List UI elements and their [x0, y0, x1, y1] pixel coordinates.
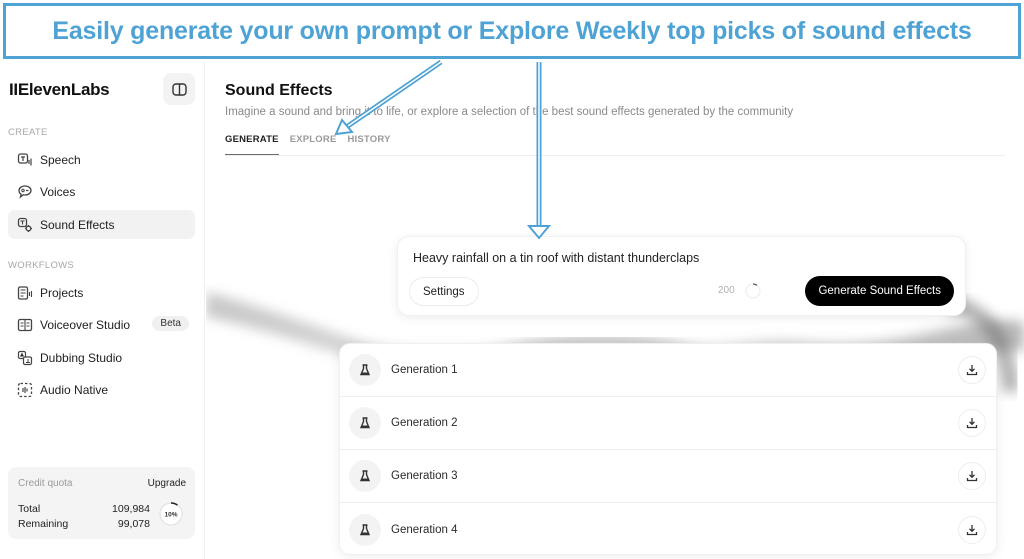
generation-row[interactable]: Generation 2 [340, 397, 996, 450]
tabs-divider [225, 155, 1005, 156]
sidebar: IIElevenLabs CREATE Speech Voices Sound … [0, 62, 205, 559]
sidebar-item-label: Dubbing Studio [40, 350, 123, 365]
sidebar-item-label: Speech [40, 152, 81, 167]
generate-sound-effects-button[interactable]: Generate Sound Effects [805, 276, 954, 306]
sound-effects-icon [16, 216, 33, 233]
dubbing-studio-icon [16, 349, 33, 366]
annotation-text: Easily generate your own prompt or Explo… [52, 16, 972, 45]
credit-remaining-value: 99,078 [117, 518, 150, 530]
sidebar-item-audio-native[interactable]: Audio Native [8, 375, 195, 404]
sidebar-item-voiceover-studio[interactable]: Voiceover Studio Beta [8, 310, 195, 339]
credit-usage-ring: 10% [159, 502, 183, 526]
page-title: Sound Effects [225, 82, 333, 99]
credit-total-label: Total [18, 503, 41, 515]
generation-row[interactable]: Generation 4 [340, 503, 996, 554]
sidebar-item-speech[interactable]: Speech [8, 145, 195, 174]
generations-list: Generation 1 Generation 2 Generation 3 G… [339, 343, 997, 555]
download-icon [966, 418, 978, 429]
credit-remaining-label: Remaining [18, 518, 69, 530]
flask-icon [349, 354, 381, 386]
speech-icon [16, 151, 33, 168]
voiceover-studio-icon [16, 316, 33, 333]
sidebar-item-projects[interactable]: Projects [8, 278, 195, 307]
download-button[interactable] [958, 462, 986, 490]
download-icon [966, 524, 978, 535]
section-label-create: CREATE [8, 127, 48, 138]
download-icon [966, 365, 978, 376]
credit-quota-title: Credit quota [18, 478, 73, 489]
credit-total-row: Total 109,984 [18, 503, 150, 515]
section-label-workflows: WORKFLOWS [8, 260, 75, 271]
annotation-banner: Easily generate your own prompt or Explo… [3, 3, 1021, 59]
collapse-sidebar-button[interactable] [163, 73, 195, 105]
download-button[interactable] [958, 356, 986, 384]
character-limit-ring [745, 283, 761, 299]
sidebar-item-label: Voices [40, 184, 76, 199]
download-button[interactable] [958, 515, 986, 544]
tab-history[interactable]: HISTORY [348, 134, 391, 156]
sidebar-item-label: Voiceover Studio [40, 317, 131, 332]
character-count: 200 [718, 285, 735, 296]
tab-bar: GENERATE EXPLORE HISTORY [225, 134, 391, 156]
prompt-input[interactable]: Heavy rainfall on a tin roof with distan… [413, 251, 699, 265]
flask-icon [349, 460, 381, 492]
credit-total-value: 109,984 [112, 503, 150, 515]
sidebar-item-voices[interactable]: Voices [8, 177, 195, 206]
tab-explore[interactable]: EXPLORE [290, 134, 337, 156]
sidebar-item-sound-effects[interactable]: Sound Effects [8, 210, 195, 239]
projects-icon [16, 284, 33, 301]
sidebar-item-dubbing-studio[interactable]: Dubbing Studio [8, 343, 195, 372]
logo[interactable]: IIElevenLabs [9, 80, 110, 100]
flask-icon [349, 513, 381, 546]
generation-label: Generation 3 [391, 470, 458, 482]
beta-badge: Beta [152, 316, 189, 331]
page-subtitle: Imagine a sound and bring it to life, or… [225, 106, 794, 118]
tab-generate[interactable]: GENERATE [225, 134, 279, 156]
generation-label: Generation 2 [391, 417, 458, 429]
generation-label: Generation 4 [391, 523, 458, 536]
sidebar-toggle-icon [171, 82, 187, 96]
credit-percent-label: 10% [164, 512, 177, 519]
generation-label: Generation 1 [391, 364, 458, 376]
generation-row[interactable]: Generation 1 [340, 344, 996, 397]
prompt-card: Heavy rainfall on a tin roof with distan… [397, 236, 966, 316]
download-button[interactable] [958, 409, 986, 437]
generation-row[interactable]: Generation 3 [340, 450, 996, 503]
settings-button[interactable]: Settings [409, 277, 479, 306]
audio-native-icon [16, 381, 33, 398]
download-icon [966, 471, 978, 482]
sidebar-item-label: Audio Native [40, 382, 109, 397]
credit-remaining-row: Remaining 99,078 [18, 518, 150, 530]
flask-icon [349, 407, 381, 439]
upgrade-link[interactable]: Upgrade [148, 478, 186, 489]
sidebar-item-label: Sound Effects [40, 217, 115, 232]
main-content: Sound Effects Imagine a sound and bring … [206, 62, 1024, 559]
voices-icon [16, 183, 33, 200]
credit-quota-card: Credit quota Upgrade Total 109,984 Remai… [8, 467, 195, 539]
sidebar-item-label: Projects [40, 285, 84, 300]
